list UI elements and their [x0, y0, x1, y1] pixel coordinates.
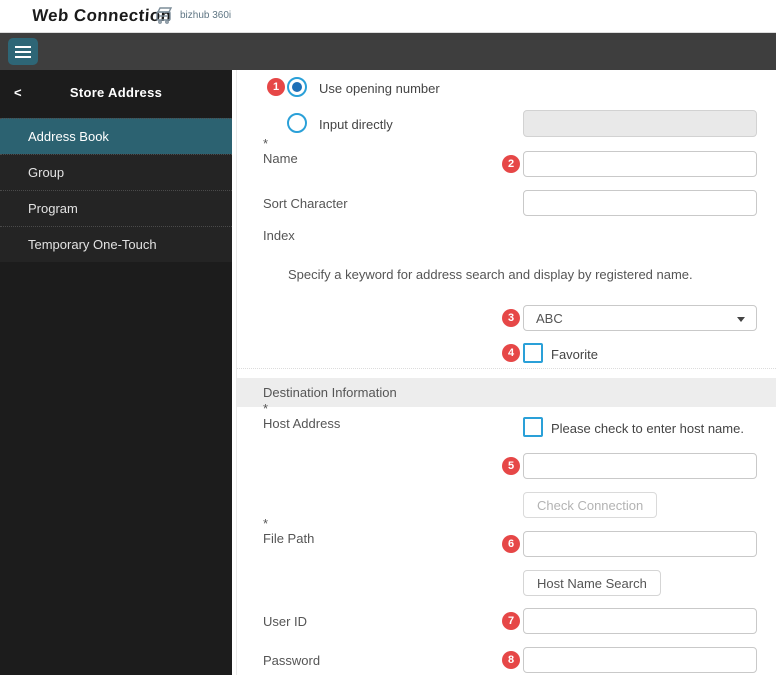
sidebar-item-group[interactable]: Group [0, 154, 232, 190]
favorite-label: Favorite [551, 347, 598, 362]
section-header-label: Destination Information [237, 378, 776, 407]
user-id-input[interactable] [523, 608, 757, 634]
favorite-checkbox[interactable] [523, 343, 543, 363]
host-name-search-button[interactable]: Host Name Search [523, 570, 661, 596]
file-path-input[interactable] [523, 531, 757, 557]
device-name: bizhub 360i [180, 10, 231, 21]
section-header-destination: Destination Information [237, 378, 776, 407]
sidebar-item-temporary-one-touch[interactable]: Temporary One-Touch [0, 226, 232, 262]
hamburger-icon [15, 46, 31, 58]
name-label: Name [263, 151, 298, 166]
check-connection-button[interactable]: Check Connection [523, 492, 657, 518]
required-asterisk: * [263, 136, 268, 151]
radio-use-opening-number[interactable] [287, 77, 307, 97]
password-input[interactable] [523, 647, 757, 673]
radio-input-directly[interactable] [287, 113, 307, 133]
index-description: Specify a keyword for address search and… [288, 267, 693, 282]
step-badge-5: 5 [502, 457, 520, 475]
step-badge-6: 6 [502, 535, 520, 553]
page: Web Connection bizhub 360i < Store Addre… [0, 0, 776, 675]
index-select[interactable]: ABC [523, 305, 757, 331]
radio-selected-dot [292, 82, 302, 92]
host-name-checkbox-label: Please check to enter host name. [551, 421, 744, 436]
app-logo: Web Connection [31, 6, 172, 26]
step-badge-8: 8 [502, 651, 520, 669]
direct-number-input[interactable] [523, 110, 757, 137]
index-select-value: ABC [536, 306, 563, 331]
step-badge-4: 4 [502, 344, 520, 362]
sidebar-item-address-book[interactable]: Address Book [0, 118, 232, 154]
sidebar-title: Store Address [0, 85, 232, 100]
user-id-label: User ID [263, 614, 307, 629]
password-label: Password [263, 653, 320, 668]
menu-bar [0, 33, 776, 70]
radio-input-directly-label: Input directly [319, 117, 393, 132]
sidebar-header: < Store Address [0, 70, 232, 118]
required-asterisk: * [263, 401, 268, 416]
menu-button[interactable] [8, 38, 38, 65]
step-badge-1: 1 [267, 78, 285, 96]
host-address-input[interactable] [523, 453, 757, 479]
step-badge-2: 2 [502, 155, 520, 173]
content-left-divider [236, 70, 237, 675]
sort-character-label: Sort Character [263, 196, 348, 211]
required-asterisk: * [263, 516, 268, 531]
app-header: Web Connection bizhub 360i [0, 0, 776, 33]
sort-character-input[interactable] [523, 190, 757, 216]
device-indicator: bizhub 360i [154, 6, 231, 24]
sidebar-item-program[interactable]: Program [0, 190, 232, 226]
host-address-label: Host Address [263, 416, 340, 431]
sidebar: < Store Address Address Book Group Progr… [0, 70, 232, 675]
step-badge-3: 3 [502, 309, 520, 327]
index-label: Index [263, 228, 295, 243]
host-name-checkbox[interactable] [523, 417, 543, 437]
section-divider [237, 368, 776, 369]
radio-use-opening-number-label: Use opening number [319, 81, 440, 96]
printer-icon [154, 6, 175, 24]
file-path-label: File Path [263, 531, 314, 546]
name-input[interactable] [523, 151, 757, 177]
chevron-down-icon [737, 317, 745, 322]
step-badge-7: 7 [502, 612, 520, 630]
